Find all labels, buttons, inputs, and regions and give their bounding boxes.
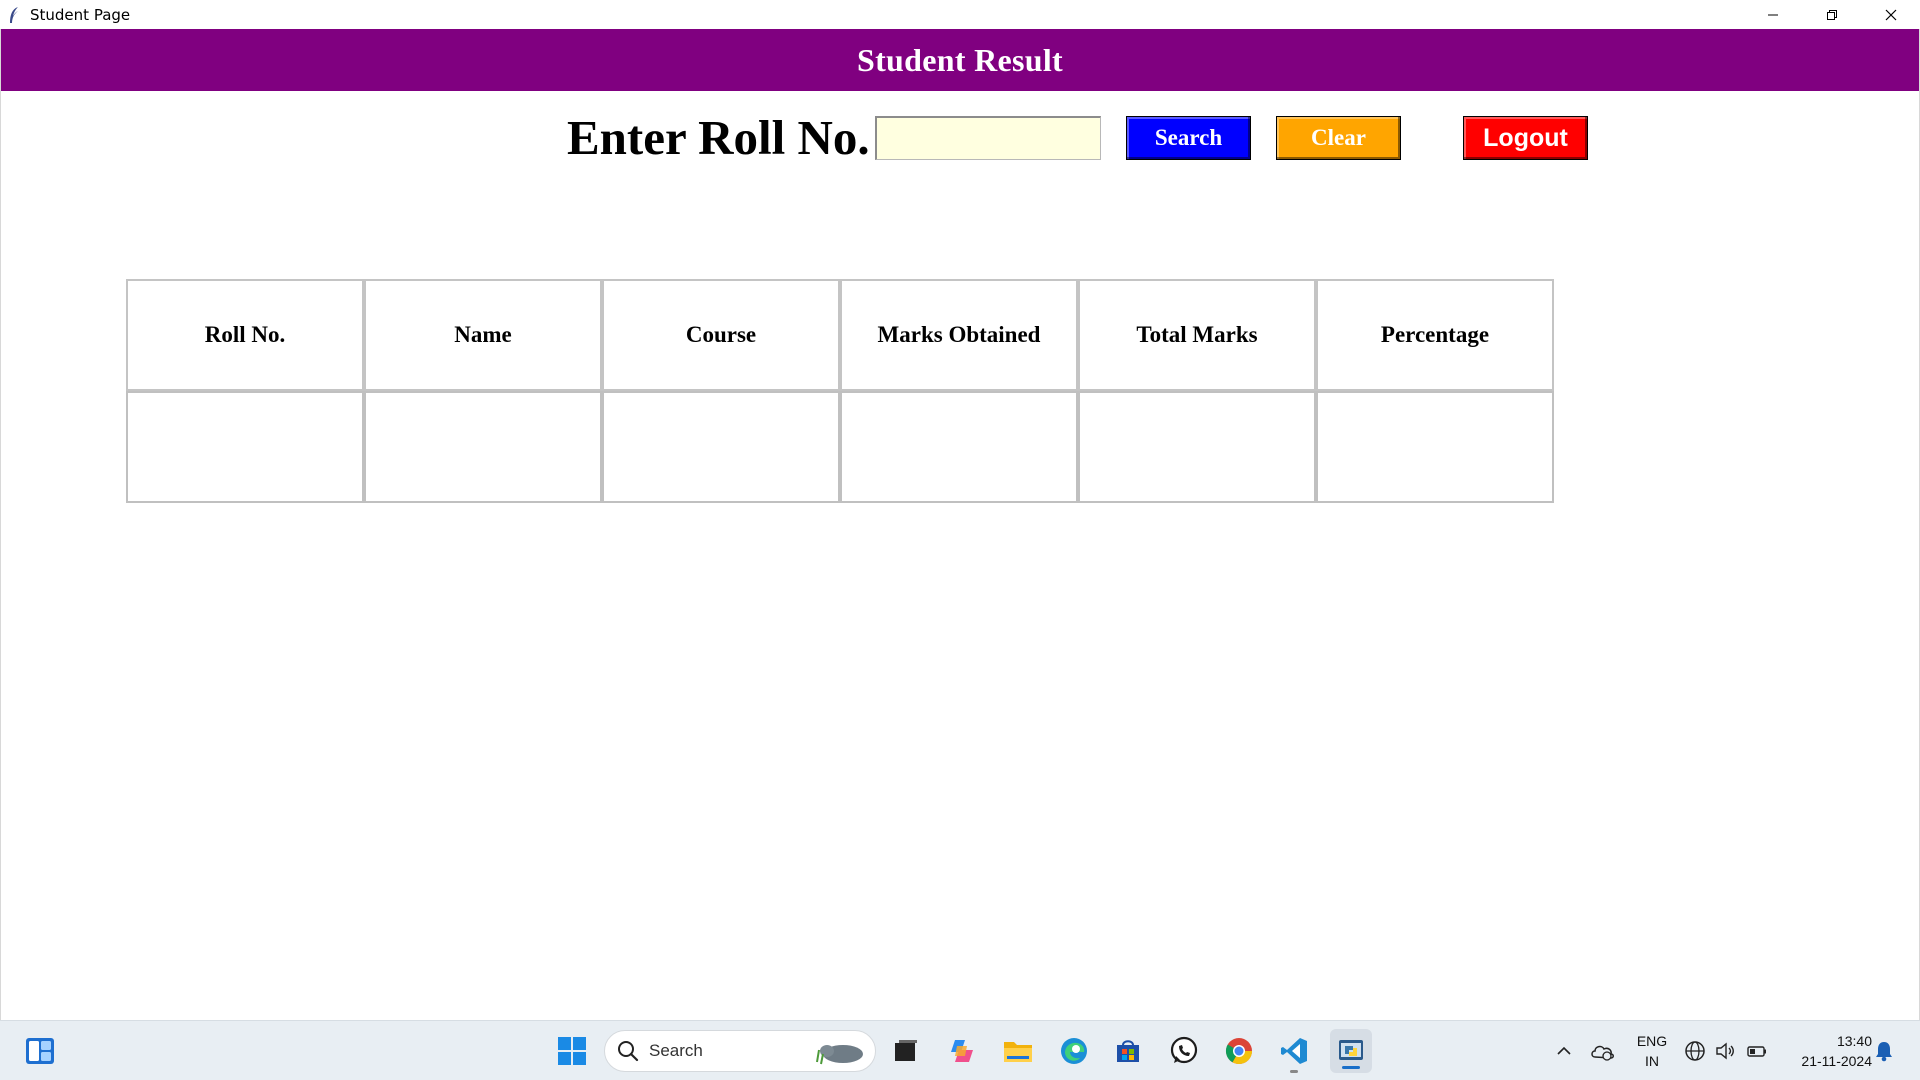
widgets-button[interactable]: [24, 1035, 56, 1067]
roll-number-input[interactable]: [875, 116, 1101, 160]
folder-icon: [1004, 1042, 1032, 1062]
cloud-sync-icon: [1591, 1045, 1614, 1061]
column-header-total-marks: Total Marks: [1078, 279, 1316, 391]
windows-logo-icon: [558, 1037, 586, 1065]
edge-browser-button[interactable]: [1058, 1035, 1090, 1067]
python-app-button[interactable]: [1330, 1029, 1372, 1073]
cell-marks-obtained: [840, 391, 1078, 503]
window-content: Student Result Enter Roll No. Search Cle…: [0, 29, 1920, 1020]
column-header-roll-no: Roll No.: [126, 279, 364, 391]
active-window-indicator: [1342, 1066, 1360, 1069]
notifications-button[interactable]: [1870, 1035, 1898, 1067]
chrome-icon: [1225, 1038, 1253, 1065]
minimize-button[interactable]: [1743, 0, 1802, 29]
taskbar-search-placeholder: Search: [649, 1041, 703, 1060]
page-header: Student Result: [1, 29, 1919, 91]
file-explorer-button[interactable]: [1002, 1035, 1034, 1067]
window-title: Student Page: [30, 5, 131, 24]
page-title: Student Result: [856, 41, 1063, 78]
search-icon: [618, 1041, 639, 1062]
clock-time: 13:40: [1836, 1033, 1872, 1049]
clock-date: 21-11-2024: [1801, 1053, 1872, 1069]
close-button[interactable]: [1861, 0, 1920, 29]
vscode-icon: [1281, 1038, 1307, 1064]
restore-icon: [1826, 9, 1837, 20]
cell-percentage: [1316, 391, 1554, 503]
show-hidden-icons-button[interactable]: [1548, 1035, 1580, 1067]
window-titlebar: Student Page: [0, 0, 1920, 29]
task-view-icon: [895, 1040, 917, 1061]
roll-number-label: Enter Roll No.: [567, 110, 870, 165]
language-code: ENG: [1636, 1033, 1668, 1049]
task-view-button[interactable]: [890, 1035, 922, 1067]
input-language-indicator[interactable]: ENG IN: [1632, 1031, 1672, 1071]
copilot-button[interactable]: [946, 1035, 978, 1067]
python-tk-icon: [1339, 1040, 1363, 1060]
close-icon: [1885, 9, 1896, 20]
window-controls: [1743, 0, 1920, 29]
store-icon: [1117, 1040, 1139, 1062]
table-header-row: Roll No. Name Course Marks Obtained Tota…: [126, 279, 1554, 391]
cell-total-marks: [1078, 391, 1316, 503]
taskbar: Search ENG IN 13:40 21-11-2024: [0, 1020, 1920, 1080]
globe-icon: [1685, 1041, 1705, 1061]
battery-icon: [1747, 1046, 1766, 1057]
logout-button[interactable]: Logout: [1463, 116, 1588, 160]
running-indicator: [1290, 1070, 1298, 1073]
start-button[interactable]: [556, 1035, 588, 1067]
widgets-icon: [26, 1038, 54, 1064]
restore-button[interactable]: [1802, 0, 1861, 29]
cell-roll-no: [126, 391, 364, 503]
column-header-marks-obtained: Marks Obtained: [840, 279, 1078, 391]
edge-icon: [1061, 1038, 1087, 1064]
cell-course: [602, 391, 840, 503]
chrome-button[interactable]: [1223, 1035, 1255, 1067]
table-row: [126, 391, 1554, 503]
whatsapp-icon: [1170, 1036, 1198, 1064]
column-header-course: Course: [602, 279, 840, 391]
speaker-icon: [1716, 1042, 1734, 1060]
cell-name: [364, 391, 602, 503]
column-header-name: Name: [364, 279, 602, 391]
search-highlight-icon: [816, 1045, 863, 1065]
minimize-icon: [1767, 14, 1778, 15]
onedrive-button[interactable]: [1586, 1035, 1618, 1067]
column-header-percentage: Percentage: [1316, 279, 1554, 391]
feather-icon: [6, 6, 22, 24]
chevron-up-icon: [1557, 1046, 1571, 1055]
clock[interactable]: 13:40 21-11-2024: [1780, 1031, 1872, 1071]
network-button[interactable]: [1682, 1035, 1708, 1067]
vscode-button[interactable]: [1278, 1035, 1310, 1073]
bell-icon: [1876, 1042, 1892, 1062]
volume-button[interactable]: [1712, 1035, 1738, 1067]
clear-button[interactable]: Clear: [1276, 116, 1401, 160]
battery-button[interactable]: [1744, 1035, 1770, 1067]
whatsapp-button[interactable]: [1168, 1035, 1200, 1067]
microsoft-store-button[interactable]: [1112, 1035, 1144, 1067]
search-button[interactable]: Search: [1126, 116, 1251, 160]
result-table: Roll No. Name Course Marks Obtained Tota…: [126, 279, 1554, 503]
taskbar-search-box[interactable]: Search: [604, 1030, 876, 1072]
copilot-icon: [951, 1040, 973, 1062]
region-code: IN: [1645, 1053, 1659, 1069]
